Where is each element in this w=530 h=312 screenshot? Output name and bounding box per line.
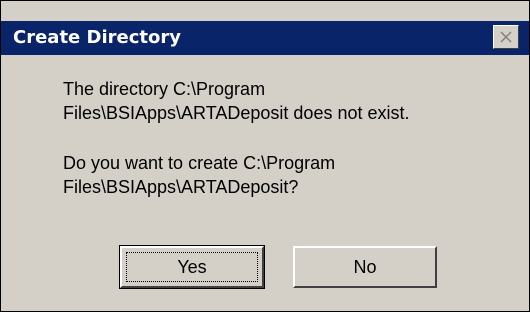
create-prompt-message: Do you want to create C:\Program Files\B… — [63, 151, 335, 199]
close-icon — [500, 31, 512, 43]
directory-missing-message: The directory C:\Program Files\BSIApps\A… — [63, 77, 410, 125]
message-line: Do you want to create C:\Program — [63, 153, 336, 173]
titlebar[interactable]: Create Directory — [1, 21, 529, 55]
no-button[interactable]: No — [293, 246, 437, 288]
dialog-title: Create Directory — [13, 27, 181, 48]
no-button-label: No — [353, 257, 377, 277]
create-directory-dialog: Create Directory The directory C:\Progra… — [0, 0, 530, 312]
close-button[interactable] — [493, 25, 519, 49]
message-line: The directory C:\Program — [63, 79, 266, 99]
yes-button-label: Yes — [177, 257, 207, 277]
yes-button[interactable]: Yes — [119, 245, 265, 289]
message-line: Files\BSIApps\ARTADeposit does not exist… — [63, 103, 410, 123]
message-line: Files\BSIApps\ARTADeposit? — [63, 177, 299, 197]
